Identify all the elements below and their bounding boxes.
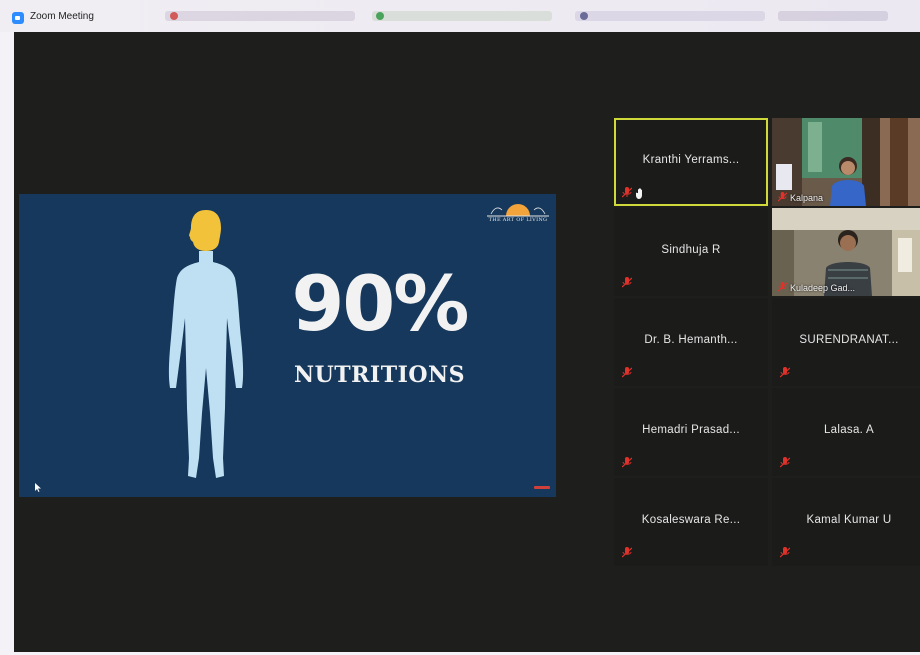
participant-tile[interactable]: Lalasa. A [772, 388, 920, 476]
participant-name: Sindhuja R [661, 244, 721, 256]
human-body-icon [168, 210, 244, 478]
participant-name: SURENDRANAT... [799, 334, 899, 346]
browser-tab-blurred[interactable] [778, 11, 888, 21]
zoom-app-icon [12, 12, 24, 24]
mic-muted-icon [622, 367, 632, 378]
participant-name: Kosaleswara Re... [641, 514, 741, 526]
browser-tab-blurred[interactable] [575, 11, 765, 21]
mic-muted-icon [622, 457, 632, 468]
mic-muted-icon [622, 547, 632, 558]
participant-name: Kamal Kumar U [806, 514, 892, 526]
participant-name: Lalasa. A [823, 424, 874, 436]
participant-name: Kalpana [790, 193, 824, 203]
participant-tile[interactable]: Kranthi Yerrams... [614, 118, 768, 206]
participant-tile[interactable]: Sindhuja R [614, 208, 768, 296]
browser-tab-blurred[interactable] [372, 11, 552, 21]
participant-name: Dr. B. Hemanth... [644, 334, 738, 346]
browser-tab-blurred[interactable] [165, 11, 355, 21]
window-title: Zoom Meeting [30, 11, 94, 22]
slide-headline: NUTRITIONS [293, 362, 466, 388]
logo-text: THE ART OF LIVING [488, 217, 548, 223]
mic-muted-icon [780, 547, 790, 558]
mic-muted-icon [780, 457, 790, 468]
art-of-living-logo: THE ART OF LIVING [485, 200, 551, 226]
tab-favicon-icon [170, 12, 178, 20]
participant-tile[interactable]: SURENDRANAT... [772, 298, 920, 386]
participant-name: Kuladeep Gad... [790, 283, 856, 293]
slide-stat: 90% [291, 259, 470, 348]
participant-tile[interactable]: Hemadri Prasad... [614, 388, 768, 476]
mic-muted-icon [622, 277, 632, 288]
shared-screen[interactable]: 90% NUTRITIONS THE ART OF LIVING [19, 194, 556, 497]
mic-muted-icon [778, 192, 787, 202]
mic-muted-icon [780, 367, 790, 378]
slide-marker [534, 486, 550, 489]
mic-muted-icon [778, 282, 787, 292]
raised-hand-icon [636, 188, 642, 199]
participant-tile[interactable]: Kamal Kumar U [772, 478, 920, 566]
mic-muted-icon [622, 187, 632, 198]
participant-video-tile[interactable]: Kuladeep Gad... [772, 208, 920, 296]
participant-video-tile[interactable]: Kalpana [772, 118, 920, 206]
participant-tile[interactable]: Dr. B. Hemanth... [614, 298, 768, 386]
participant-name: Kranthi Yerrams... [642, 154, 740, 166]
participant-name: Hemadri Prasad... [642, 424, 740, 436]
participant-tile[interactable]: Kosaleswara Re... [614, 478, 768, 566]
tab-favicon-icon [580, 12, 588, 20]
window-titlebar: Zoom Meeting [0, 0, 920, 32]
tab-favicon-icon [376, 12, 384, 20]
mouse-pointer-icon [35, 483, 41, 492]
